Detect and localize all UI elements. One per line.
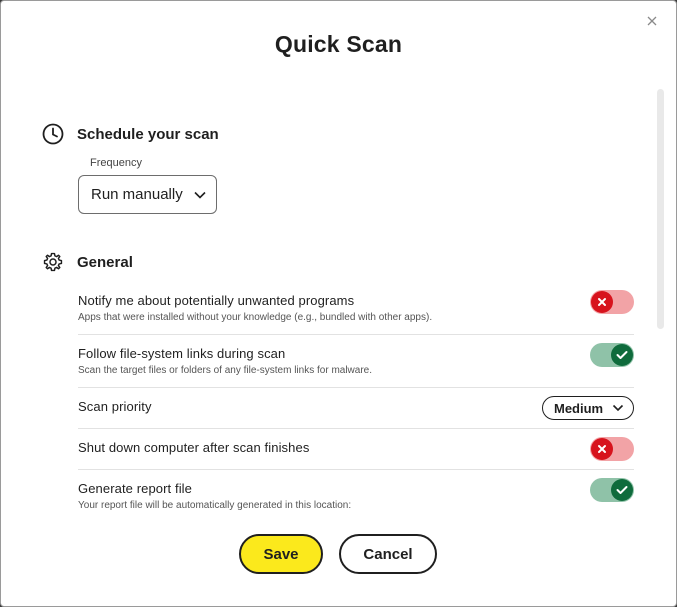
setting-row-follow-links: Follow file-system links during scan Sca… bbox=[78, 346, 634, 376]
cancel-button[interactable]: Cancel bbox=[339, 534, 437, 574]
schedule-heading: Schedule your scan bbox=[77, 125, 219, 143]
toggle-knob bbox=[591, 291, 613, 313]
general-section-header: General bbox=[42, 251, 133, 273]
x-icon bbox=[598, 298, 606, 306]
general-heading: General bbox=[77, 253, 133, 271]
toggle-knob bbox=[611, 344, 633, 366]
setting-subtitle: Apps that were installed without your kn… bbox=[78, 312, 433, 323]
setting-row-shutdown: Shut down computer after scan finishes bbox=[78, 440, 634, 455]
divider bbox=[78, 334, 634, 335]
setting-title: Generate report file bbox=[78, 481, 193, 496]
close-icon bbox=[647, 16, 657, 26]
x-icon bbox=[598, 445, 606, 453]
setting-title: Follow file-system links during scan bbox=[78, 346, 286, 361]
setting-title: Shut down computer after scan finishes bbox=[78, 440, 310, 455]
schedule-section-header: Schedule your scan bbox=[42, 123, 219, 145]
check-icon bbox=[616, 486, 628, 494]
divider bbox=[78, 387, 634, 388]
gear-icon bbox=[43, 252, 63, 272]
chevron-down-icon bbox=[612, 404, 624, 412]
frequency-label: Frequency bbox=[90, 157, 142, 169]
setting-row-notify-pup: Notify me about potentially unwanted pro… bbox=[78, 293, 634, 323]
clock-icon bbox=[42, 123, 64, 145]
close-button[interactable] bbox=[642, 11, 662, 31]
report-file-toggle[interactable] bbox=[590, 478, 634, 502]
quick-scan-dialog: Quick Scan Schedule your scan Frequency … bbox=[0, 0, 677, 607]
toggle-knob bbox=[611, 479, 633, 501]
frequency-value: Run manually bbox=[91, 186, 183, 203]
dialog-title: Quick Scan bbox=[274, 31, 403, 57]
save-button[interactable]: Save bbox=[239, 534, 323, 574]
shutdown-toggle[interactable] bbox=[590, 437, 634, 461]
follow-links-toggle[interactable] bbox=[590, 343, 634, 367]
chevron-down-icon bbox=[194, 191, 206, 199]
setting-subtitle: Scan the target files or folders of any … bbox=[78, 365, 373, 376]
check-icon bbox=[616, 351, 628, 359]
setting-row-report-file: Generate report file Your report file wi… bbox=[78, 481, 634, 511]
scan-priority-select[interactable]: Medium bbox=[542, 396, 634, 420]
scrollbar-thumb[interactable] bbox=[657, 89, 664, 329]
divider bbox=[78, 469, 634, 470]
notify-pup-toggle[interactable] bbox=[590, 290, 634, 314]
setting-subtitle: Your report file will be automatically g… bbox=[78, 500, 352, 511]
setting-title: Notify me about potentially unwanted pro… bbox=[78, 293, 355, 308]
divider bbox=[78, 428, 634, 429]
toggle-knob bbox=[591, 438, 613, 460]
frequency-select[interactable]: Run manually bbox=[78, 175, 217, 214]
scan-priority-value: Medium bbox=[554, 400, 604, 416]
